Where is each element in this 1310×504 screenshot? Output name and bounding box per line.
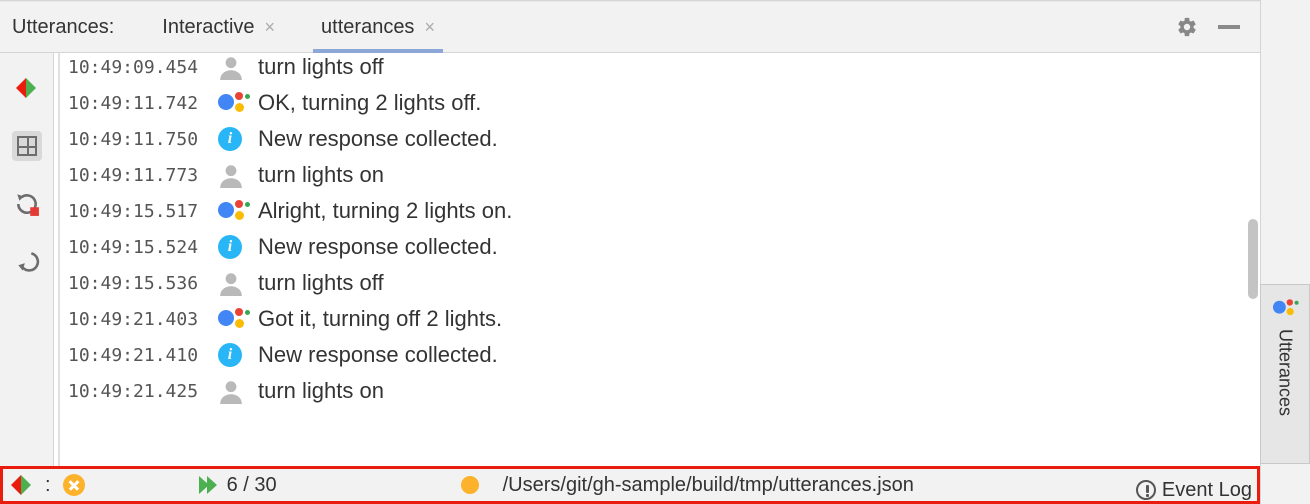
utterances-panel: Utterances: Interactive × utterances ×	[0, 0, 1260, 504]
side-tab-utterances[interactable]: Utterances	[1260, 284, 1310, 464]
event-log-icon	[1136, 480, 1156, 500]
panel-header: Utterances: Interactive × utterances ×	[0, 1, 1260, 53]
log-timestamp: 10:49:15.517	[68, 201, 218, 222]
tab-label: Interactive	[162, 16, 254, 39]
log-row: 10:49:21.410i New response collected.	[54, 337, 1250, 373]
assistant-icon	[218, 90, 248, 116]
tab-interactive[interactable]: Interactive ×	[154, 2, 283, 52]
fast-forward-icon[interactable]	[199, 476, 215, 494]
log-message: OK, turning 2 lights off.	[258, 90, 481, 116]
event-log-label: Event Log	[1162, 479, 1252, 502]
log-message: New response collected.	[258, 234, 498, 260]
status-bar: : 6 / 30 /Users/git/gh-sample/build/tmp/…	[0, 466, 1260, 504]
log-row: 10:49:21.425 turn lights on	[54, 373, 1250, 409]
log-area: 10:49:09.454 turn lights off10:49:11.742…	[54, 53, 1260, 466]
log-timestamp: 10:49:11.742	[68, 93, 218, 114]
log-timestamp: 10:49:21.403	[68, 309, 218, 330]
status-path: /Users/git/gh-sample/build/tmp/utterance…	[503, 474, 914, 497]
log-message: turn lights on	[258, 378, 384, 404]
log-timestamp: 10:49:15.524	[68, 237, 218, 258]
tab-label: utterances	[321, 16, 414, 39]
person-icon	[218, 270, 244, 296]
log-timestamp: 10:49:15.536	[68, 273, 218, 294]
log-row: 10:49:09.454 turn lights off	[54, 53, 1250, 85]
panel-title: Utterances:	[12, 16, 114, 39]
person-icon	[218, 378, 244, 404]
person-icon	[218, 162, 244, 188]
close-icon[interactable]: ×	[265, 18, 276, 36]
log-message: turn lights off	[258, 270, 384, 296]
log-row: 10:49:11.750i New response collected.	[54, 121, 1250, 157]
log-message: Got it, turning off 2 lights.	[258, 306, 502, 332]
log-row: 10:49:11.773 turn lights on	[54, 157, 1250, 193]
assistant-icon	[218, 306, 248, 332]
info-icon: i	[218, 127, 242, 151]
assistant-icon	[1273, 298, 1297, 319]
gear-icon[interactable]	[1176, 16, 1198, 38]
log-timestamp: 10:49:21.425	[68, 381, 218, 402]
log-timestamp: 10:49:09.454	[68, 57, 218, 78]
log-row: 10:49:11.742 OK, turning 2 lights off.	[54, 85, 1250, 121]
scroll-thumb[interactable]	[1248, 219, 1258, 299]
right-sidebar: Utterances	[1260, 0, 1310, 504]
layout-icon[interactable]	[12, 131, 42, 161]
status-progress: 6 / 30	[227, 474, 277, 497]
side-tab-label: Utterances	[1275, 329, 1296, 416]
log-message: turn lights on	[258, 162, 384, 188]
minimize-icon[interactable]	[1218, 25, 1240, 29]
person-icon	[218, 54, 244, 80]
log-message: turn lights off	[258, 54, 384, 80]
tab-utterances[interactable]: utterances ×	[313, 2, 443, 52]
log-message: New response collected.	[258, 126, 498, 152]
log-row: 10:49:15.524i New response collected.	[54, 229, 1250, 265]
log-message: New response collected.	[258, 342, 498, 368]
log-timestamp: 10:49:21.410	[68, 345, 218, 366]
left-toolbar	[0, 53, 54, 466]
status-colon: :	[45, 474, 51, 497]
status-warning-icon	[461, 476, 479, 494]
status-run-toggle[interactable]	[11, 475, 33, 495]
close-icon[interactable]: ×	[424, 18, 435, 36]
refresh-stop-icon[interactable]	[12, 189, 42, 219]
status-error-icon[interactable]	[63, 474, 85, 496]
log-timestamp: 10:49:11.750	[68, 129, 218, 150]
info-icon: i	[218, 343, 242, 367]
info-icon: i	[218, 235, 242, 259]
assistant-icon	[218, 198, 248, 224]
log-message: Alright, turning 2 lights on.	[258, 198, 512, 224]
log-row: 10:49:15.517 Alright, turning 2 lights o…	[54, 193, 1250, 229]
log-row: 10:49:21.403 Got it, turning off 2 light…	[54, 301, 1250, 337]
run-toggle-icon[interactable]	[12, 73, 42, 103]
event-log-button[interactable]: Event Log	[1136, 476, 1252, 504]
log-row: 10:49:15.536 turn lights off	[54, 265, 1250, 301]
scrollbar[interactable]	[1248, 57, 1258, 462]
undo-icon[interactable]	[12, 247, 42, 277]
log-timestamp: 10:49:11.773	[68, 165, 218, 186]
